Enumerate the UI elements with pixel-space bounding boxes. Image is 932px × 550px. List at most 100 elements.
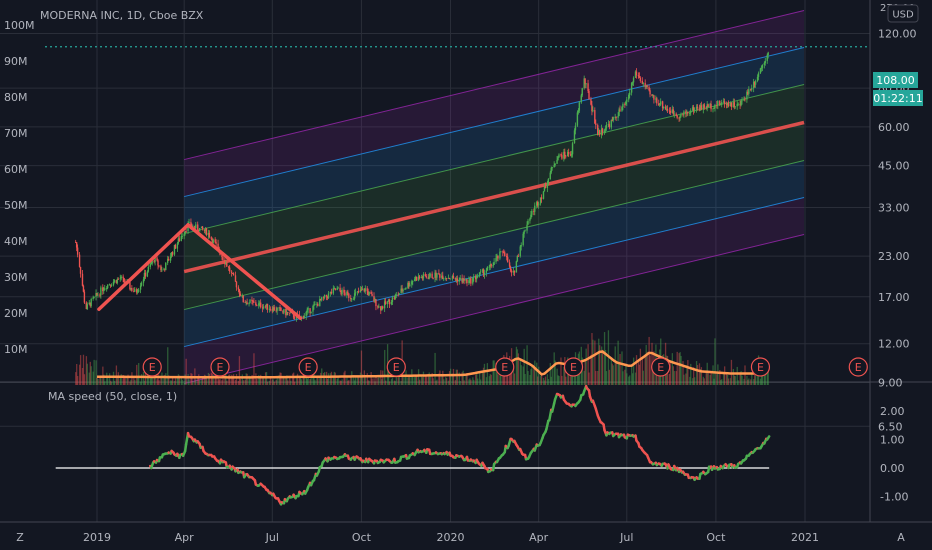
volume-bar: [436, 379, 438, 385]
volume-bar: [185, 358, 187, 385]
volume-bar: [391, 377, 394, 385]
ma-speed-segment: [550, 402, 556, 413]
auto-scale-right-button[interactable]: A: [897, 531, 905, 544]
volume-bar: [296, 373, 299, 385]
candle-body: [741, 100, 743, 102]
volume-bar: [527, 370, 529, 385]
candle-body: [666, 108, 669, 111]
candle-body: [476, 275, 479, 278]
ma-speed-segment: [765, 435, 771, 441]
candle-body: [382, 306, 384, 309]
candle-body: [249, 299, 251, 303]
auto-scale-left-button[interactable]: Z: [16, 531, 24, 544]
candle-body: [210, 237, 212, 239]
candle-body: [700, 105, 703, 110]
volume-bar: [110, 381, 113, 385]
volume-tick-label: 20M: [4, 307, 28, 320]
volume-bar: [314, 380, 316, 385]
volume-bar: [395, 377, 397, 385]
candle-body: [594, 110, 596, 124]
candle-body: [120, 276, 122, 279]
candle-body: [495, 257, 497, 262]
volume-bar: [384, 349, 386, 385]
candle-body: [662, 106, 665, 109]
candle-body: [242, 295, 244, 303]
candle-body: [608, 124, 611, 128]
candle-body: [680, 114, 682, 116]
price-tick-label: 23.00: [878, 250, 910, 263]
candle-body: [97, 294, 99, 296]
candle-body: [574, 125, 577, 131]
volume-bar: [83, 374, 86, 385]
candle-body: [256, 305, 258, 306]
candle-body: [215, 242, 217, 244]
candle-body: [723, 101, 726, 104]
candle-body: [230, 271, 233, 274]
volume-bar: [287, 380, 289, 385]
volume-bar: [79, 355, 82, 385]
candle-body: [391, 297, 394, 302]
candle-body: [537, 203, 540, 206]
candle-body: [676, 115, 678, 118]
candle-body: [547, 179, 550, 184]
volume-bar: [262, 377, 265, 385]
volume-bar: [588, 372, 590, 385]
volume-bar: [324, 372, 326, 385]
candle-body: [149, 264, 151, 267]
symbol-title: MODERNA INC, 1D, Cboe BZX: [40, 9, 204, 22]
candle-body: [565, 155, 567, 157]
candle-body: [217, 243, 219, 248]
volume-bar: [700, 367, 703, 385]
volume-bar: [486, 363, 489, 385]
candle-body: [339, 287, 341, 291]
candle-body: [395, 294, 397, 296]
volume-bar: [443, 379, 445, 385]
price-tick-label: 60.00: [878, 121, 910, 134]
last-price-value: 108.00: [876, 74, 915, 87]
volume-bar: [592, 339, 594, 385]
indicator-tick-label: 1.00: [880, 434, 905, 447]
currency-button[interactable]: USD: [887, 4, 919, 23]
candle-body: [104, 288, 106, 290]
candle-body: [327, 293, 330, 299]
candle-body: [371, 293, 373, 296]
volume-bar: [117, 372, 120, 385]
volume-tick-label: 40M: [4, 235, 28, 248]
candle-body: [368, 291, 370, 295]
candle-body: [766, 54, 768, 61]
candle-body: [150, 263, 152, 265]
candle-body: [557, 157, 559, 160]
volume-bar: [717, 364, 719, 385]
candle-body: [412, 280, 414, 282]
candle-body: [490, 264, 492, 267]
volume-bar: [703, 378, 705, 385]
candle-body: [733, 102, 735, 107]
candle-body: [648, 87, 650, 91]
candle-body: [653, 95, 655, 100]
candle-body: [499, 251, 501, 259]
candle-body: [754, 81, 757, 85]
candle-body: [717, 101, 719, 106]
volume-bar: [195, 379, 197, 385]
candle-body: [679, 115, 681, 119]
volume-bar: [513, 373, 516, 385]
earnings-marker-label: E: [149, 361, 156, 374]
volume-bar: [104, 381, 106, 385]
candle-body: [136, 291, 139, 293]
candle-body: [767, 52, 769, 55]
volume-bar: [246, 373, 248, 385]
candle-body: [81, 273, 84, 286]
candle-body: [375, 299, 377, 307]
candle-body: [585, 83, 587, 85]
candle-body: [659, 101, 662, 105]
volume-bar: [131, 372, 133, 385]
candle-body: [195, 224, 197, 229]
volume-bar: [565, 376, 567, 385]
candle-body: [561, 155, 563, 159]
candle-body: [486, 267, 489, 271]
volume-bar: [714, 338, 716, 385]
volume-bar: [558, 376, 560, 385]
candle-body: [131, 288, 133, 291]
candle-body: [556, 159, 558, 164]
candle-body: [529, 218, 531, 221]
